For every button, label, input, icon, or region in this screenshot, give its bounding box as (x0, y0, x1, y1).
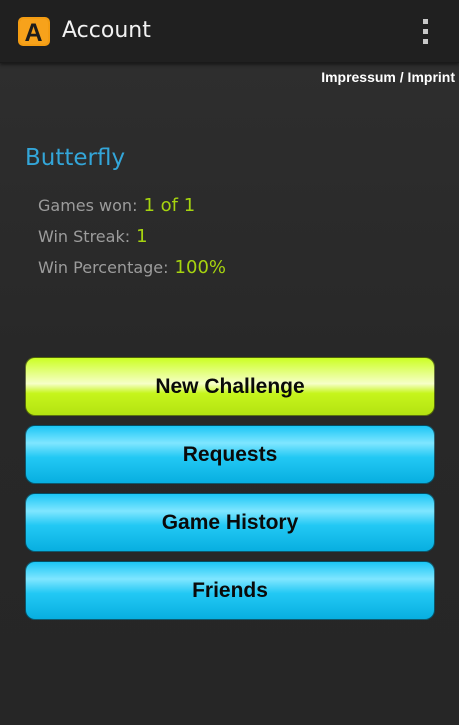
menu-dot (422, 28, 428, 34)
overflow-menu-icon[interactable] (412, 14, 438, 48)
stat-label: Win Percentage: (38, 258, 169, 277)
stat-label: Win Streak: (38, 227, 131, 246)
imprint-link[interactable]: Impressum / Imprint (321, 69, 455, 85)
stat-value: 1 of 1 (143, 195, 196, 216)
game-history-button[interactable]: Game History (25, 493, 435, 552)
player-name: Butterfly (25, 145, 126, 171)
stat-label: Games won: (38, 196, 138, 215)
menu-dot (422, 18, 428, 24)
menu-dot (422, 38, 428, 44)
action-bar: A Account (0, 0, 459, 63)
app-logo-icon[interactable]: A (18, 17, 50, 46)
stat-games-won: Games won: 1 of 1 (38, 195, 195, 221)
stat-win-streak: Win Streak: 1 (38, 226, 148, 252)
friends-button[interactable]: Friends (25, 561, 435, 620)
account-screen: A Account Impressum / Imprint Butterfly … (0, 0, 459, 725)
logo-letter: A (24, 19, 42, 46)
requests-button[interactable]: Requests (25, 425, 435, 484)
stat-value: 100% (174, 257, 227, 278)
stat-value: 1 (136, 226, 148, 247)
page-title: Account (62, 18, 151, 43)
stat-win-percentage: Win Percentage: 100% (38, 257, 226, 283)
new-challenge-button[interactable]: New Challenge (25, 357, 435, 416)
